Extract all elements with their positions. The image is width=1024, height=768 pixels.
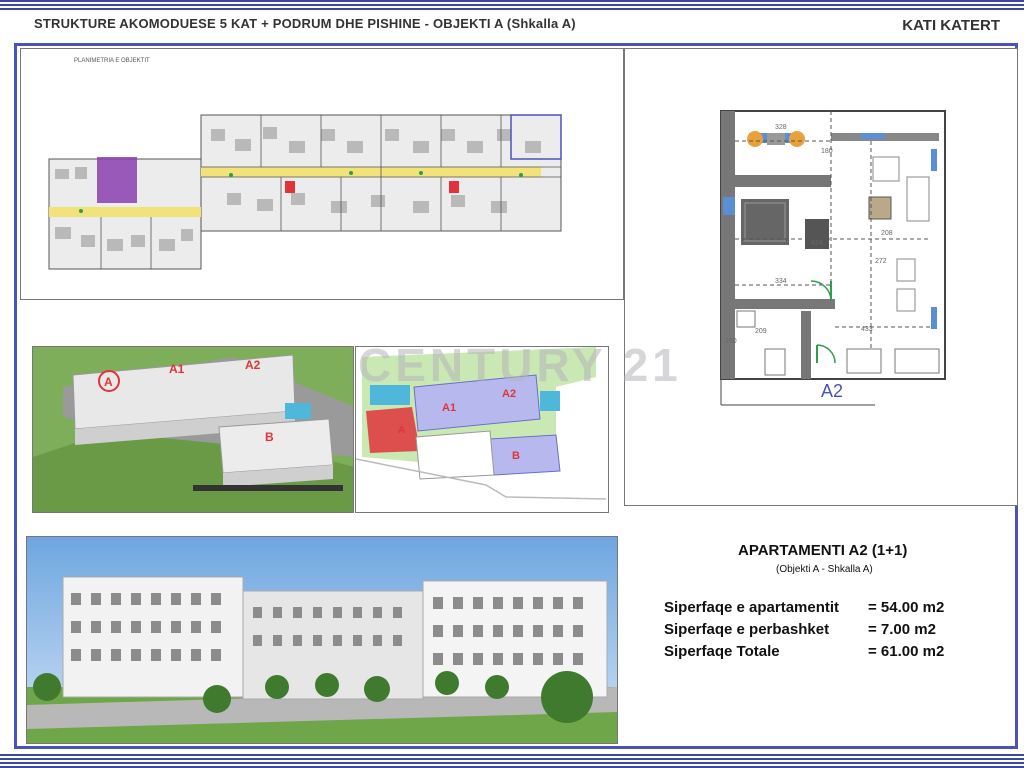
area-label: Siperfaqe e apartamentit <box>664 599 840 616</box>
aerial-marker-b: B <box>265 430 274 444</box>
floor-label: KATI KATERT <box>902 17 1000 34</box>
aerial-render-image: A A1 A2 B <box>33 347 353 512</box>
street-render-panel <box>26 536 618 744</box>
area-value: = 61.00 m2 <box>868 643 945 660</box>
century21-watermark: CENTURY 21 <box>358 339 682 391</box>
area-label: Siperfaqe e perbashket <box>664 621 830 638</box>
site-floor-plan-drawing <box>48 114 562 270</box>
aerial-marker-a1: A1 <box>169 362 185 376</box>
aerial-marker-a2: A2 <box>245 358 261 372</box>
top-stripe-band <box>0 0 1024 10</box>
dim-label: 433 <box>861 326 873 333</box>
dim-label: 424 <box>811 240 823 247</box>
site-plan-label: PLANIMETRIA E OBJEKTIT <box>74 58 150 64</box>
dim-label: 334 <box>775 278 787 285</box>
apartment-title: APARTAMENTI A2 (1+1) <box>738 542 908 559</box>
bottom-stripe-band <box>0 752 1024 768</box>
dim-label: 328 <box>775 124 787 131</box>
masterplan-marker-a1: A1 <box>442 402 456 414</box>
area-label: Siperfaqe Totale <box>664 643 780 660</box>
dim-label: 209 <box>755 328 767 335</box>
apartment-floor-plan-drawing: 328 180 424 334 208 272 200 209 433 A2 <box>720 110 946 406</box>
street-render-image <box>27 537 617 743</box>
area-value: = 7.00 m2 <box>868 621 936 638</box>
unit-plan-panel: 328 180 424 334 208 272 200 209 433 A2 <box>624 48 1018 506</box>
masterplan-marker-b: B <box>512 450 520 462</box>
dim-label: 180 <box>821 148 833 155</box>
document-title: STRUKTURE AKOMODUESE 5 KAT + PODRUM DHE … <box>34 16 576 31</box>
dim-label: 208 <box>881 230 893 237</box>
unit-plan-label: A2 <box>821 381 843 401</box>
area-value: = 54.00 m2 <box>868 599 945 616</box>
dim-label: 272 <box>875 258 887 265</box>
aerial-marker-a: A <box>104 375 113 389</box>
apartment-subtitle: (Objekti A - Shkalla A) <box>776 564 873 575</box>
site-plan-panel <box>20 48 624 300</box>
masterplan-marker-a: A <box>398 425 405 436</box>
aerial-render-panel: A A1 A2 B <box>32 346 354 513</box>
dim-label: 200 <box>725 338 737 345</box>
